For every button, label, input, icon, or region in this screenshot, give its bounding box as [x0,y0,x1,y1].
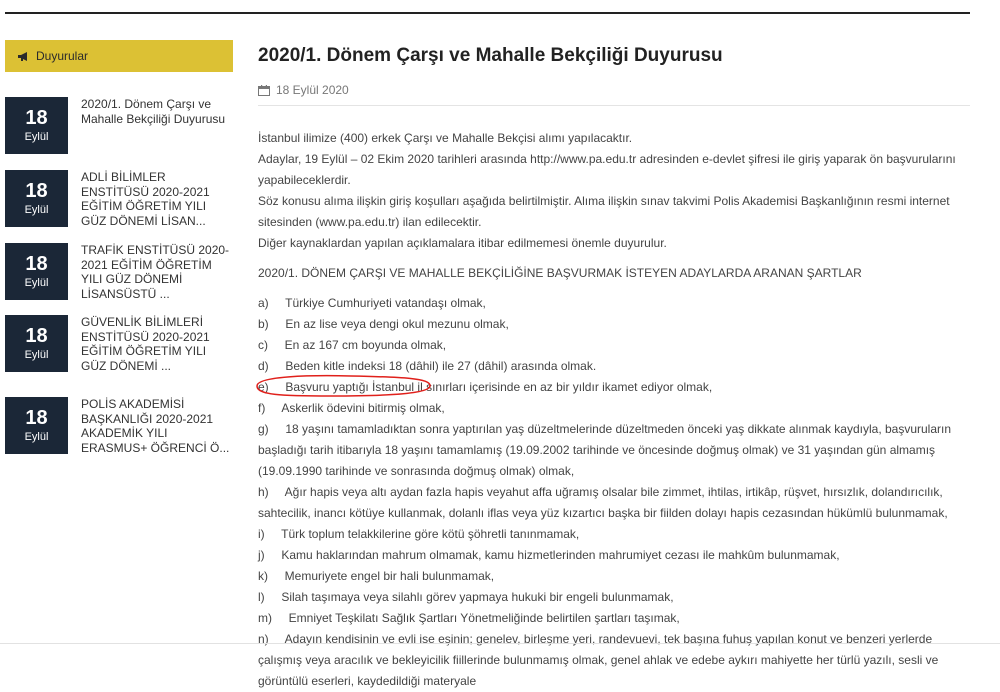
news-title-link[interactable]: POLİS AKADEMİSİ BAŞKANLIĞI 2020-2021 AKA… [81,397,233,455]
condition-item: l) Silah taşımaya veya silahlı görev yap… [258,590,674,604]
announcements-sidebar: Duyurular 18 Eylül 2020/1. Dönem Çarşı v… [5,40,233,455]
date-month: Eylül [24,277,49,289]
bottom-divider [0,643,1000,644]
date-badge: 18 Eylül [5,243,68,300]
date-day: 18 [25,253,48,275]
article-date-text: 18 Eylül 2020 [276,83,349,97]
news-title-link[interactable]: GÜVENLİK BİLİMLERİ ENSTİTÜSÜ 2020-2021 E… [81,315,233,373]
megaphone-icon [18,51,27,61]
paragraph: İstanbul ilimize (400) erkek Çarşı ve Ma… [258,131,633,145]
announcements-header-label: Duyurular [36,49,89,63]
red-annotation-circle [256,374,431,397]
condition-item: m) Emniyet Teşkilatı Sağlık Şartları Yön… [258,611,680,625]
condition-item: b) En az lise veya dengi okul mezunu olm… [258,317,509,331]
date-badge: 18 Eylül [5,170,68,227]
condition-item: a) Türkiye Cumhuriyeti vatandaşı olmak, [258,296,486,310]
news-item[interactable]: 18 Eylül POLİS AKADEMİSİ BAŞKANLIĞI 2020… [5,397,233,455]
date-badge: 18 Eylül [5,97,68,154]
meta-divider [258,105,970,106]
section-heading: 2020/1. DÖNEM ÇARŞI VE MAHALLE BEKÇİLİĞİ… [258,266,862,280]
article-title: 2020/1. Dönem Çarşı ve Mahalle Bekçiliği… [258,45,723,66]
condition-item: n) Adayın kendisinin ve evli ise eşinin;… [258,632,942,688]
top-rule [5,12,970,14]
news-title-link[interactable]: ADLİ BİLİMLER ENSTİTÜSÜ 2020-2021 EĞİTİM… [81,170,233,228]
news-item[interactable]: 18 Eylül 2020/1. Dönem Çarşı ve Mahalle … [5,97,233,154]
condition-item: j) Kamu haklarından mahrum olmamak, kamu… [258,548,840,562]
paragraph: Adaylar, 19 Eylül – 02 Ekim 2020 tarihle… [258,152,956,187]
condition-item: k) Memuriyete engel bir hali bulunmamak, [258,569,495,583]
article: 2020/1. Dönem Çarşı ve Mahalle Bekçiliği… [256,40,970,688]
date-month: Eylül [24,204,49,216]
news-item[interactable]: 18 Eylül TRAFİK ENSTİTÜSÜ 2020-2021 EĞİT… [5,243,233,301]
date-day: 18 [25,107,48,129]
date-month: Eylül [24,131,49,143]
condition-item: c) En az 167 cm boyunda olmak, [258,338,447,352]
news-title-link[interactable]: TRAFİK ENSTİTÜSÜ 2020-2021 EĞİTİM ÖĞRETİ… [81,243,233,301]
date-month: Eylül [24,431,49,443]
paragraph: Diğer kaynaklardan yapılan açıklamalara … [258,236,667,250]
condition-item: h) Ağır hapis veya altı aydan fazla hapi… [258,485,948,520]
date-badge: 18 Eylül [5,397,68,454]
date-day: 18 [25,325,48,347]
calendar-icon [258,84,270,96]
date-month: Eylül [24,349,49,361]
article-date: 18 Eylül 2020 [258,83,349,97]
date-day: 18 [25,407,48,429]
condition-item-highlighted: f) Askerlik ödevini bitirmiş olmak, [258,401,445,415]
condition-item: g) 18 yaşını tamamladıktan sonra yaptırı… [258,422,955,478]
date-day: 18 [25,180,48,202]
news-title-link[interactable]: 2020/1. Dönem Çarşı ve Mahalle Bekçiliği… [81,97,233,154]
article-body: İstanbul ilimize (400) erkek Çarşı ve Ma… [258,128,970,692]
news-item[interactable]: 18 Eylül ADLİ BİLİMLER ENSTİTÜSÜ 2020-20… [5,170,233,228]
paragraph: Söz konusu alıma ilişkin giriş koşulları… [258,194,950,229]
date-badge: 18 Eylül [5,315,68,372]
news-item[interactable]: 18 Eylül GÜVENLİK BİLİMLERİ ENSTİTÜSÜ 20… [5,315,233,373]
condition-item: i) Türk toplum telakkilerine göre kötü ş… [258,527,580,541]
announcements-header[interactable]: Duyurular [5,40,233,72]
